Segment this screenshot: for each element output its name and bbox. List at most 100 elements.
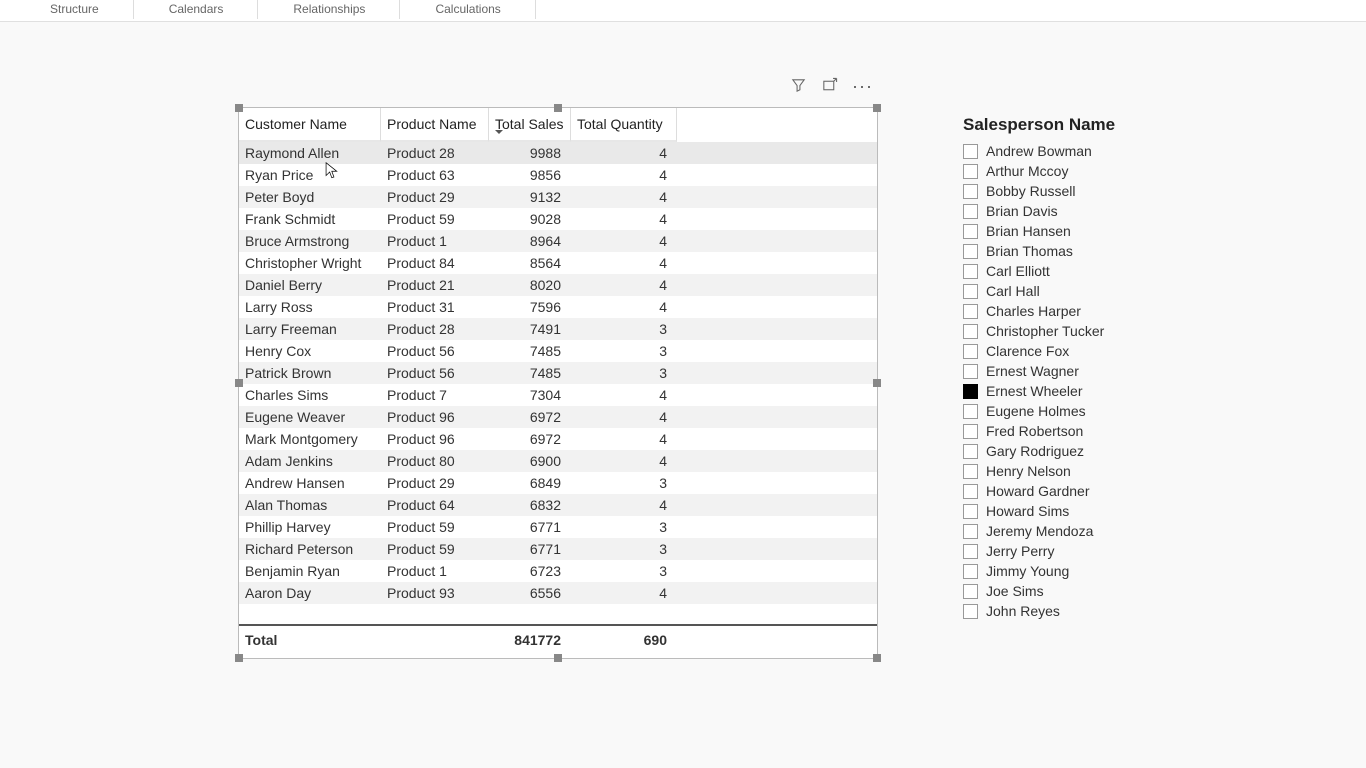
slicer-item[interactable]: Howard Sims [963,501,1223,521]
slicer-item[interactable]: Joe Sims [963,581,1223,601]
cell-customer: Benjamin Ryan [239,560,381,582]
checkbox-icon[interactable] [963,504,978,519]
column-header-customer[interactable]: Customer Name [239,108,381,142]
slicer-item[interactable]: Arthur Mccoy [963,161,1223,181]
checkbox-icon[interactable] [963,224,978,239]
table-row[interactable]: Daniel BerryProduct 2180204 [239,274,877,296]
table-row[interactable]: Bruce ArmstrongProduct 189644 [239,230,877,252]
slicer-item[interactable]: Howard Gardner [963,481,1223,501]
checkbox-icon[interactable] [963,524,978,539]
resize-handle[interactable] [873,104,881,112]
checkbox-icon[interactable] [963,244,978,259]
table-body[interactable]: Raymond AllenProduct 2899884Ryan PricePr… [239,142,877,624]
table-row[interactable]: Eugene WeaverProduct 9669724 [239,406,877,428]
slicer-item[interactable]: Jeremy Mendoza [963,521,1223,541]
slicer-item[interactable]: Carl Elliott [963,261,1223,281]
checkbox-icon[interactable] [963,564,978,579]
slicer-item[interactable]: Fred Robertson [963,421,1223,441]
table-row[interactable]: Charles SimsProduct 773044 [239,384,877,406]
checkbox-icon[interactable] [963,424,978,439]
cell-product: Product 56 [381,362,489,384]
slicer-item[interactable]: Andrew Bowman [963,141,1223,161]
slicer-item[interactable]: Brian Hansen [963,221,1223,241]
slicer-item[interactable]: Eugene Holmes [963,401,1223,421]
table-row[interactable]: Frank SchmidtProduct 5990284 [239,208,877,230]
table-row[interactable]: Benjamin RyanProduct 167233 [239,560,877,582]
checkbox-icon[interactable] [963,544,978,559]
table-row[interactable]: Larry FreemanProduct 2874913 [239,318,877,340]
checkbox-icon[interactable] [963,604,978,619]
cell-product: Product 63 [381,164,489,186]
slicer-item[interactable]: Henry Nelson [963,461,1223,481]
checkbox-icon[interactable] [963,384,978,399]
resize-handle[interactable] [554,654,562,662]
slicer-item[interactable]: Charles Harper [963,301,1223,321]
resize-handle[interactable] [235,379,243,387]
checkbox-icon[interactable] [963,264,978,279]
slicer-item[interactable]: Carl Hall [963,281,1223,301]
checkbox-icon[interactable] [963,184,978,199]
column-header-product[interactable]: Product Name [381,108,489,142]
ribbon-group-relationships[interactable]: Relationships [258,0,400,18]
table-row[interactable]: Alan ThomasProduct 6468324 [239,494,877,516]
table-row[interactable]: Raymond AllenProduct 2899884 [239,142,877,164]
table-row[interactable]: Ryan PriceProduct 6398564 [239,164,877,186]
table-row[interactable]: Larry RossProduct 3175964 [239,296,877,318]
slicer-item[interactable]: Jimmy Young [963,561,1223,581]
focus-mode-icon[interactable] [821,77,838,97]
table-row[interactable]: Andrew HansenProduct 2968493 [239,472,877,494]
table-visual-container[interactable]: ··· Customer Name Product Name Total Sal… [238,107,878,659]
table-row[interactable]: Mark MontgomeryProduct 9669724 [239,428,877,450]
cell-customer: Bruce Armstrong [239,230,381,252]
slicer-item[interactable]: Ernest Wagner [963,361,1223,381]
checkbox-icon[interactable] [963,204,978,219]
table-row[interactable]: Richard PetersonProduct 5967713 [239,538,877,560]
checkbox-icon[interactable] [963,284,978,299]
table-visual[interactable]: Customer Name Product Name Total Sales T… [238,107,878,659]
cell-quantity: 3 [571,472,677,494]
cell-quantity: 3 [571,362,677,384]
more-options-icon[interactable]: ··· [852,77,873,97]
resize-handle[interactable] [873,379,881,387]
slicer-item[interactable]: Brian Thomas [963,241,1223,261]
slicer-item[interactable]: Christopher Tucker [963,321,1223,341]
ribbon-group-calendars[interactable]: Calendars [134,0,259,18]
table-row[interactable]: Aaron DayProduct 9365564 [239,582,877,604]
ribbon-group-structure[interactable]: Structure [40,0,134,18]
table-row[interactable]: Peter BoydProduct 2991324 [239,186,877,208]
resize-handle[interactable] [873,654,881,662]
slicer-item[interactable]: Gary Rodriguez [963,441,1223,461]
checkbox-icon[interactable] [963,304,978,319]
slicer-item[interactable]: Bobby Russell [963,181,1223,201]
ribbon-group-calculations[interactable]: Calculations [400,0,535,18]
slicer-item[interactable]: Clarence Fox [963,341,1223,361]
table-row[interactable]: Patrick BrownProduct 5674853 [239,362,877,384]
table-row[interactable]: Adam JenkinsProduct 8069004 [239,450,877,472]
slicer-item[interactable]: Brian Davis [963,201,1223,221]
table-row[interactable]: Phillip HarveyProduct 5967713 [239,516,877,538]
table-row[interactable]: Christopher WrightProduct 8485644 [239,252,877,274]
table-row[interactable]: Henry CoxProduct 5674853 [239,340,877,362]
filter-icon[interactable] [790,77,807,97]
checkbox-icon[interactable] [963,364,978,379]
checkbox-icon[interactable] [963,464,978,479]
checkbox-icon[interactable] [963,404,978,419]
column-header-sales[interactable]: Total Sales [489,108,571,142]
checkbox-icon[interactable] [963,584,978,599]
column-header-quantity[interactable]: Total Quantity [571,108,677,142]
slicer-item[interactable]: Jerry Perry [963,541,1223,561]
checkbox-icon[interactable] [963,444,978,459]
slicer-item[interactable]: Ernest Wheeler [963,381,1223,401]
salesperson-slicer[interactable]: Salesperson Name Andrew BowmanArthur Mcc… [963,107,1223,621]
slicer-item[interactable]: John Reyes [963,601,1223,621]
checkbox-icon[interactable] [963,484,978,499]
cell-sales: 6972 [489,406,571,428]
checkbox-icon[interactable] [963,344,978,359]
checkbox-icon[interactable] [963,164,978,179]
checkbox-icon[interactable] [963,144,978,159]
cell-customer: Charles Sims [239,384,381,406]
cell-quantity: 4 [571,450,677,472]
checkbox-icon[interactable] [963,324,978,339]
resize-handle[interactable] [235,654,243,662]
cell-product: Product 29 [381,472,489,494]
